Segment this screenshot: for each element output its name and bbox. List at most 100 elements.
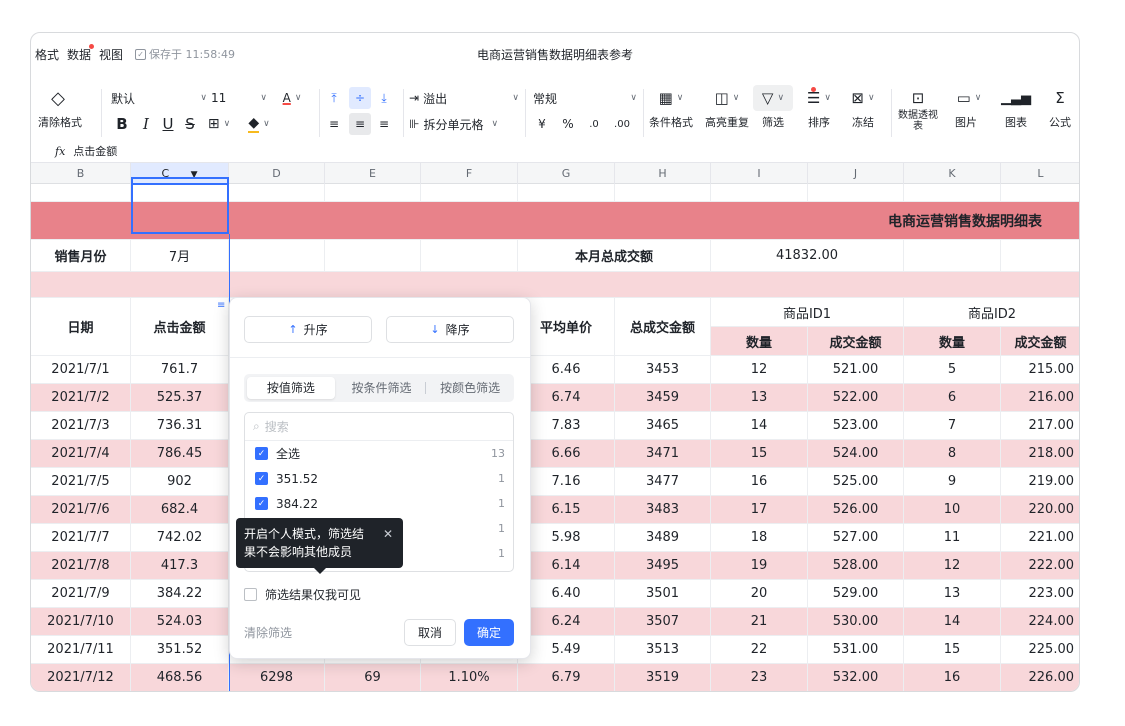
cell-click[interactable]: 524.03: [131, 608, 229, 636]
cell-i[interactable]: 21: [711, 608, 808, 636]
sort-icon[interactable]: ☰ ∨: [799, 87, 839, 109]
column-f[interactable]: F: [421, 163, 518, 185]
menu-data[interactable]: 数据: [67, 43, 95, 63]
cell-l[interactable]: 217.00: [1001, 412, 1079, 440]
column-c[interactable]: C ▼: [131, 163, 229, 185]
cell-j[interactable]: 529.00: [808, 580, 904, 608]
header-product2[interactable]: 商品ID2: [904, 298, 1079, 327]
strikethrough-button[interactable]: S: [181, 113, 199, 135]
cell-date[interactable]: 2021/7/8: [31, 552, 131, 580]
sales-month-label[interactable]: 销售月份: [31, 240, 131, 272]
cell-date[interactable]: 2021/7/11: [31, 636, 131, 664]
cell-click[interactable]: 384.22: [131, 580, 229, 608]
cell-j[interactable]: 531.00: [808, 636, 904, 664]
cell-l[interactable]: 220.00: [1001, 496, 1079, 524]
cell-i[interactable]: 14: [711, 412, 808, 440]
border-button[interactable]: ⊞ ∨: [203, 113, 235, 135]
header-qty1[interactable]: 数量: [711, 327, 808, 356]
cell-k[interactable]: 6: [904, 384, 1001, 412]
list-item[interactable]: ✓ 351.52 1: [245, 466, 513, 491]
cell-g[interactable]: 6.40: [518, 580, 615, 608]
cell-g[interactable]: 6.24: [518, 608, 615, 636]
cell-h[interactable]: 3453: [615, 356, 711, 384]
banner-title[interactable]: 电商运营销售数据明细表: [31, 202, 1079, 240]
cell-h[interactable]: 3495: [615, 552, 711, 580]
sort-descending-button[interactable]: ↓ 降序: [386, 316, 514, 343]
cell-g[interactable]: 7.16: [518, 468, 615, 496]
cell-k[interactable]: 5: [904, 356, 1001, 384]
column-j[interactable]: J: [808, 163, 904, 185]
header-date[interactable]: 日期: [31, 298, 131, 356]
align-left-icon[interactable]: ≡: [325, 113, 343, 135]
column-g[interactable]: G: [518, 163, 615, 185]
column-b[interactable]: B: [31, 163, 131, 185]
cell-k[interactable]: 7: [904, 412, 1001, 440]
cell-k[interactable]: 8: [904, 440, 1001, 468]
cell-h[interactable]: 3471: [615, 440, 711, 468]
cell-date[interactable]: 2021/7/12: [31, 664, 131, 691]
clear-filter-link[interactable]: 清除筛选: [244, 624, 404, 641]
cell-l[interactable]: 222.00: [1001, 552, 1079, 580]
align-top-icon[interactable]: ⤒: [325, 87, 343, 109]
header-qty2[interactable]: 数量: [904, 327, 1001, 356]
cell-j[interactable]: 522.00: [808, 384, 904, 412]
cell-click[interactable]: 468.56: [131, 664, 229, 691]
cell-h[interactable]: 3501: [615, 580, 711, 608]
split-cells-button[interactable]: ⊪ 拆分单元格 ∨: [409, 113, 519, 135]
formula-bar[interactable]: fx 点击金额: [31, 141, 1079, 161]
cell-k[interactable]: 11: [904, 524, 1001, 552]
align-bottom-icon[interactable]: ⤓: [375, 87, 393, 109]
cell-l[interactable]: 226.00: [1001, 664, 1079, 691]
cell-date[interactable]: 2021/7/5: [31, 468, 131, 496]
cell-l[interactable]: 223.00: [1001, 580, 1079, 608]
total-label[interactable]: 本月总成交额: [518, 240, 711, 272]
cancel-button[interactable]: 取消: [403, 618, 456, 646]
bold-button[interactable]: B: [113, 113, 131, 135]
column-h[interactable]: H: [615, 163, 711, 185]
font-color-button[interactable]: A ∨: [269, 87, 315, 109]
cell-date[interactable]: 2021/7/7: [31, 524, 131, 552]
tab-filter-by-condition[interactable]: 按条件筛选: [338, 377, 426, 399]
align-right-icon[interactable]: ≡: [375, 113, 393, 135]
sigma-icon[interactable]: Σ: [1045, 87, 1075, 109]
cell-g[interactable]: 6.66: [518, 440, 615, 468]
increase-decimal-icon[interactable]: .00: [609, 113, 635, 135]
search-input[interactable]: ⌕ 搜索: [245, 413, 513, 441]
menu-view[interactable]: 视图: [99, 46, 123, 63]
cell-i[interactable]: 19: [711, 552, 808, 580]
cell-i[interactable]: 22: [711, 636, 808, 664]
percent-icon[interactable]: %: [559, 113, 577, 135]
underline-button[interactable]: U: [159, 113, 177, 135]
cell-g[interactable]: 6.46: [518, 356, 615, 384]
fill-color-button[interactable]: ◆ ∨: [239, 113, 279, 135]
freeze-icon[interactable]: ⊠ ∨: [843, 87, 883, 109]
cell-h[interactable]: 3489: [615, 524, 711, 552]
cell-f[interactable]: 1.10%: [421, 664, 518, 691]
cell-l[interactable]: 216.00: [1001, 384, 1079, 412]
column-d[interactable]: D: [229, 163, 325, 185]
cell-i[interactable]: 17: [711, 496, 808, 524]
cell-date[interactable]: 2021/7/4: [31, 440, 131, 468]
decrease-decimal-icon[interactable]: .0: [583, 113, 605, 135]
cell-date[interactable]: 2021/7/2: [31, 384, 131, 412]
checkbox-checked[interactable]: ✓: [255, 497, 268, 510]
cell-k[interactable]: 16: [904, 664, 1001, 691]
list-item[interactable]: ✓ 全选 13: [245, 441, 513, 466]
overflow-select[interactable]: ⇥ 溢出 ∨: [409, 87, 519, 109]
cell-i[interactable]: 16: [711, 468, 808, 496]
number-format-select[interactable]: 常规 ∨: [533, 87, 637, 109]
cell-d[interactable]: 6298: [229, 664, 325, 691]
only-me-option[interactable]: 筛选结果仅我可见: [244, 586, 361, 603]
cell-click[interactable]: 351.52: [131, 636, 229, 664]
cell-k[interactable]: 15: [904, 636, 1001, 664]
cell-h[interactable]: 3519: [615, 664, 711, 691]
caret-down-icon[interactable]: ▼: [191, 170, 198, 180]
cell-click[interactable]: 525.37: [131, 384, 229, 412]
sales-month-value[interactable]: 7月: [131, 240, 229, 272]
filter-icon[interactable]: ▽ ∨: [753, 85, 793, 111]
image-icon[interactable]: ▭ ∨: [949, 87, 989, 109]
cell-i[interactable]: 13: [711, 384, 808, 412]
column-e[interactable]: E: [325, 163, 421, 185]
chart-icon[interactable]: ▁▃▅: [1001, 87, 1031, 109]
eraser-icon[interactable]: ◇: [43, 87, 73, 109]
